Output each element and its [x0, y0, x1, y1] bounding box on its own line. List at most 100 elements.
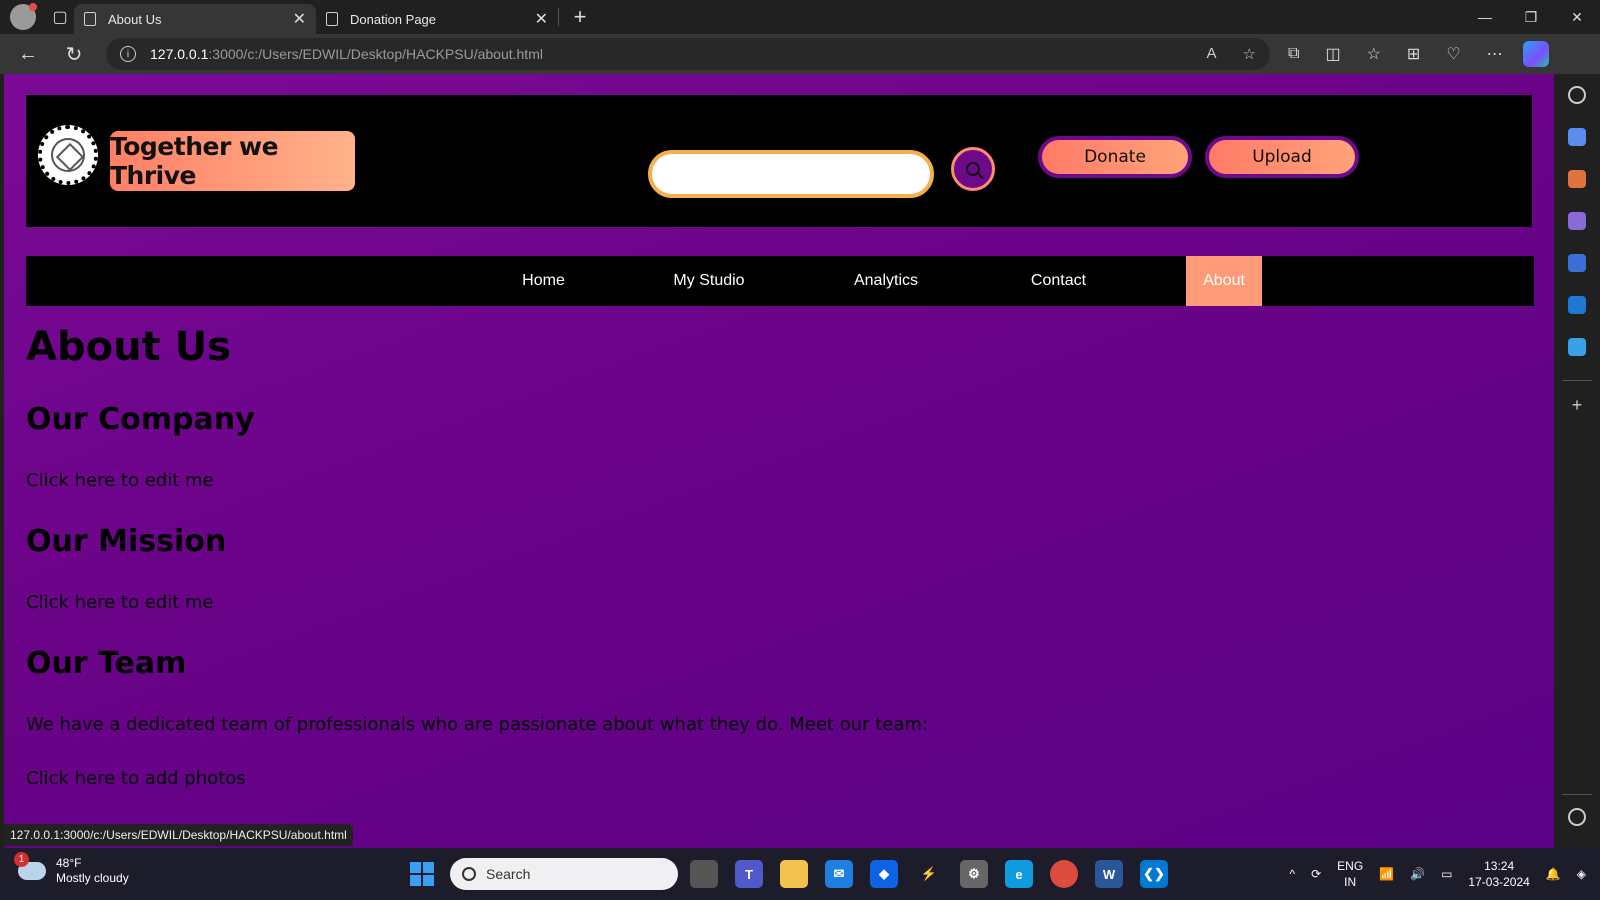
sidebar-divider [1562, 380, 1592, 381]
nav-about[interactable]: About [1186, 256, 1262, 306]
chrome-icon[interactable] [1050, 860, 1078, 888]
tools-briefcase-icon[interactable] [1568, 170, 1586, 188]
site-logo[interactable] [38, 125, 98, 185]
logo-emblem-icon [51, 138, 85, 172]
minimize-icon[interactable]: — [1462, 0, 1508, 34]
sidebar-divider [1562, 794, 1592, 795]
notification-badge: 1 [14, 852, 29, 867]
tab-divider [558, 8, 559, 26]
settings-gear-icon[interactable] [1568, 808, 1586, 826]
window-controls: — ❐ ✕ [1462, 0, 1600, 34]
nav-home[interactable]: Home [486, 256, 601, 306]
url-path: :3000/c:/Users/EDWIL/Desktop/HACKPSU/abo… [208, 46, 543, 62]
games-icon[interactable] [1568, 212, 1586, 230]
close-window-icon[interactable]: ✕ [1554, 0, 1600, 34]
office-icon[interactable] [1568, 254, 1586, 272]
close-icon[interactable]: ✕ [293, 9, 306, 29]
weather-text: 48°F Mostly cloudy [56, 856, 129, 886]
lang-line1: ENG [1337, 859, 1364, 873]
status-url-tooltip: 127.0.0.1:3000/c:/Users/EDWIL/Desktop/HA… [4, 824, 353, 846]
close-icon[interactable]: ✕ [535, 9, 548, 29]
feedback-icon[interactable]: ⚡ [915, 860, 943, 888]
copilot-taskbar-icon[interactable]: ◈ [1577, 867, 1586, 881]
drop-icon[interactable] [1568, 338, 1586, 356]
vscode-icon[interactable]: ❮❯ [1140, 860, 1168, 888]
start-tile [423, 875, 434, 886]
taskbar-search-label: Search [486, 866, 531, 882]
teams-icon[interactable]: T [735, 860, 763, 888]
nav-analytics[interactable]: Analytics [816, 256, 956, 306]
company-heading: Our Company [26, 402, 255, 437]
shopping-tag-icon[interactable] [1568, 128, 1586, 146]
team-text: We have a dedicated team of professional… [26, 714, 929, 735]
clock-date: 17-03-2024 [1468, 875, 1530, 889]
url-field[interactable]: i 127.0.0.1 :3000/c:/Users/EDWIL/Desktop… [106, 38, 1270, 70]
outlook-icon[interactable] [1568, 296, 1586, 314]
donate-button[interactable]: Donate [1038, 136, 1192, 178]
read-aloud-icon[interactable]: A [1207, 45, 1217, 63]
sidebar-search-icon[interactable] [1568, 86, 1586, 104]
weather-temp: 48°F [56, 856, 82, 870]
nav-my-studio[interactable]: My Studio [634, 256, 784, 306]
search-button[interactable] [951, 147, 995, 191]
page-icon [84, 12, 96, 26]
tab-actions-icon[interactable]: ▢ [46, 3, 74, 31]
file-explorer-icon[interactable] [780, 860, 808, 888]
brand-title: Together we Thrive [110, 131, 355, 191]
language-indicator[interactable]: ENG IN [1337, 858, 1363, 890]
word-icon[interactable]: W [1095, 860, 1123, 888]
weather-widget[interactable]: 1 48°F Mostly cloudy [14, 852, 129, 886]
lang-line2: IN [1344, 875, 1357, 889]
restore-icon[interactable]: ❐ [1508, 0, 1554, 34]
copilot-icon[interactable] [1522, 41, 1549, 67]
new-tab-icon[interactable]: + [565, 2, 595, 32]
add-icon[interactable]: + [1568, 396, 1586, 414]
extensions-icon[interactable]: ⧉ [1288, 45, 1299, 63]
start-tile [410, 862, 421, 873]
refresh-icon[interactable]: ↻ [56, 38, 92, 70]
taskbar-search[interactable]: Search [450, 858, 678, 890]
split-screen-icon[interactable]: ◫ [1325, 44, 1340, 64]
tab-title: About Us [108, 11, 162, 27]
edge-icon[interactable]: e [1005, 860, 1033, 888]
nav-contact[interactable]: Contact [991, 256, 1126, 306]
back-icon[interactable]: ← [10, 38, 46, 70]
browser-essentials-icon[interactable]: ♡ [1446, 44, 1460, 64]
url-actions: A ☆ [1207, 45, 1256, 63]
info-icon[interactable]: i [120, 46, 136, 62]
favorites-icon[interactable]: ☆ [1367, 44, 1381, 64]
sync-icon[interactable]: ⟳ [1311, 867, 1321, 881]
page-title: About Us [26, 324, 231, 370]
start-tile [423, 862, 434, 873]
search-icon [966, 162, 980, 176]
team-photos-link[interactable]: Click here to add photos [26, 768, 246, 789]
company-text[interactable]: Click here to edit me [26, 470, 214, 491]
settings-icon[interactable]: ⚙ [960, 860, 988, 888]
clock[interactable]: 13:24 17-03-2024 [1468, 858, 1529, 890]
windows-taskbar: 1 48°F Mostly cloudy Search T ✉ ◆ ⚡ ⚙ e … [0, 848, 1600, 900]
battery-icon[interactable]: ▭ [1441, 867, 1452, 881]
upload-button[interactable]: Upload [1205, 136, 1359, 178]
volume-icon[interactable]: 🔊 [1410, 867, 1425, 881]
tab-about-us[interactable]: About Us ✕ [74, 4, 316, 34]
system-tray: ^ ⟳ ENG IN 📶 🔊 ▭ 13:24 17-03-2024 🔔 ◈ [1289, 848, 1600, 900]
team-heading: Our Team [26, 646, 187, 681]
tab-strip: ▢ About Us ✕ Donation Page ✕ + — ❐ ✕ [0, 0, 1600, 34]
address-bar: ← ↻ i 127.0.0.1 :3000/c:/Users/EDWIL/Des… [0, 34, 1600, 74]
start-button[interactable] [410, 862, 434, 886]
more-icon[interactable]: ⋯ [1487, 44, 1503, 64]
favorite-star-icon[interactable]: ☆ [1243, 45, 1256, 63]
search-icon [462, 867, 476, 881]
chevron-up-icon[interactable]: ^ [1289, 867, 1295, 881]
mission-text[interactable]: Click here to edit me [26, 592, 214, 613]
tab-donation-page[interactable]: Donation Page ✕ [316, 4, 558, 34]
mail-icon[interactable]: ✉ [825, 860, 853, 888]
wifi-icon[interactable]: 📶 [1379, 867, 1394, 881]
browser-toolbar: ⧉ ◫ ☆ ⊞ ♡ ⋯ [1288, 44, 1503, 64]
collections-icon[interactable]: ⊞ [1407, 44, 1420, 64]
search-input[interactable] [648, 150, 934, 198]
notification-bell-icon[interactable]: 🔔 [1546, 867, 1561, 881]
task-view-icon[interactable] [690, 860, 718, 888]
dropbox-icon[interactable]: ◆ [870, 860, 898, 888]
profile-avatar[interactable] [10, 3, 37, 30]
